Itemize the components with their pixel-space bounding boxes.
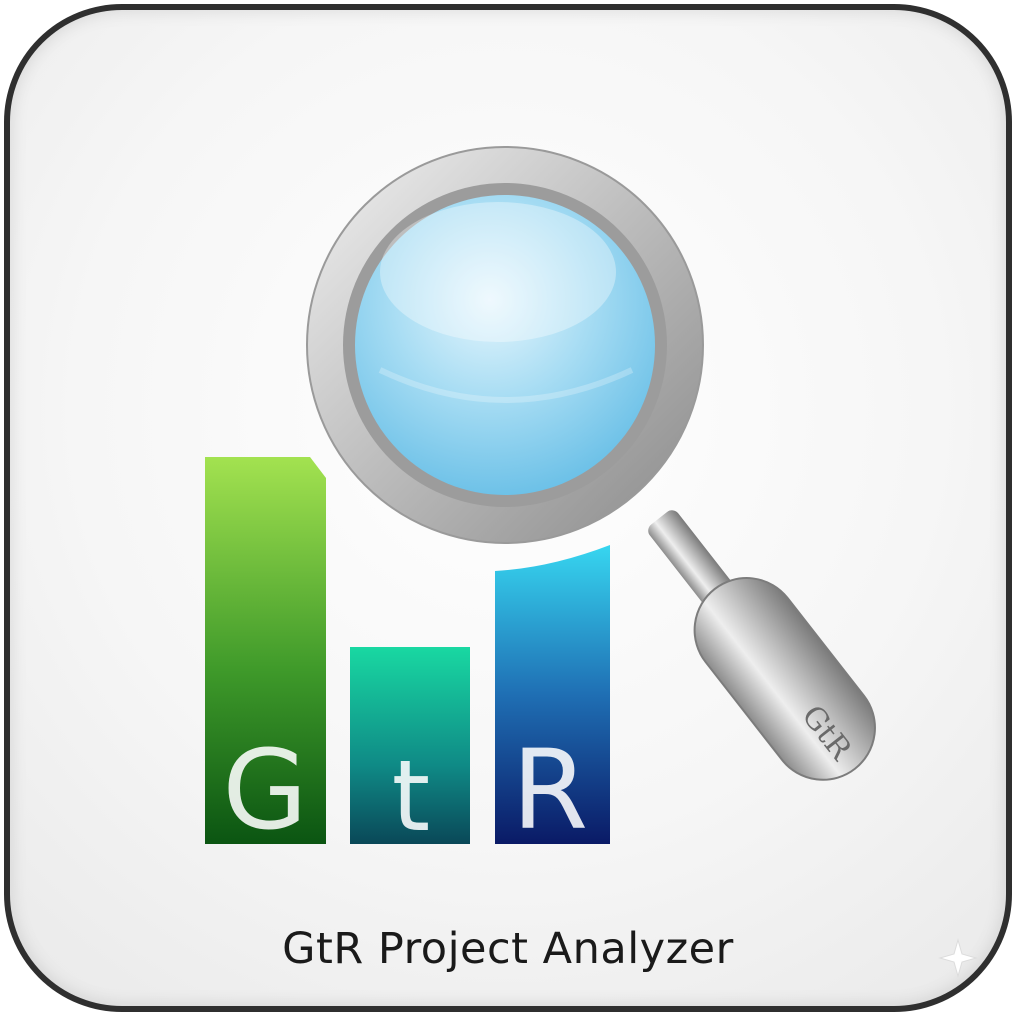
app-name-label: GtR Project Analyzer [282, 924, 734, 974]
app-logo: G t R GtR [205, 146, 876, 854]
sparkle-icon [938, 938, 978, 978]
bar-letter-r: R [512, 726, 588, 854]
bar-letter-t: t [392, 740, 430, 854]
app-icon-tile: G t R GtR GtR Project Analyzer [4, 4, 1012, 1012]
bar-letter-g: G [222, 726, 307, 854]
